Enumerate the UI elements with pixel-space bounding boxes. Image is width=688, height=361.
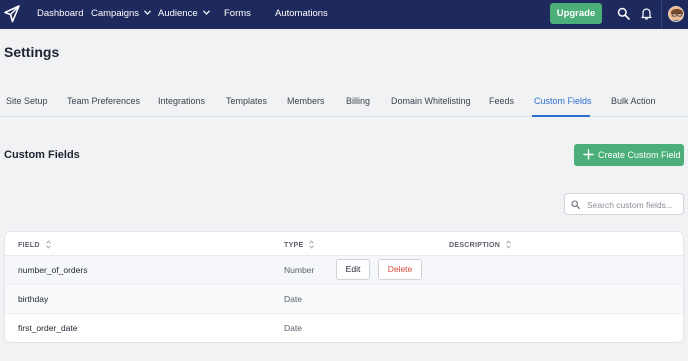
- sort-icon: [45, 240, 51, 249]
- top-navigation-bar: Dashboard Campaigns Audience Forms Autom…: [0, 0, 688, 29]
- column-header-type[interactable]: TYPE: [284, 240, 315, 249]
- sort-icon: [309, 240, 315, 249]
- cell-field-type: Number: [284, 265, 315, 275]
- active-tab-indicator: [532, 115, 590, 117]
- nav-automations-label: Automations: [275, 8, 328, 19]
- nav-forms[interactable]: Forms: [224, 8, 251, 20]
- table-header: FIELD TYPE DESCRIPTION: [5, 232, 683, 256]
- search-box: [564, 193, 684, 215]
- tab-domain-whitelisting[interactable]: Domain Whitelisting: [391, 96, 471, 106]
- tab-custom-fields[interactable]: Custom Fields: [534, 96, 592, 106]
- search-input[interactable]: [587, 196, 681, 213]
- cell-field-name: birthday: [18, 294, 49, 304]
- tab-feeds[interactable]: Feeds: [489, 96, 514, 106]
- tab-billing[interactable]: Billing: [346, 96, 370, 106]
- chevron-down-icon: [202, 10, 210, 15]
- tab-team-preferences[interactable]: Team Preferences: [67, 96, 140, 106]
- tab-members[interactable]: Members: [287, 96, 325, 106]
- nav-dashboard-label: Dashboard: [37, 8, 84, 19]
- create-custom-field-button[interactable]: Create Custom Field: [574, 144, 684, 166]
- chevron-down-icon: [144, 10, 152, 15]
- table-row[interactable]: number_of_orders Number Edit Delete: [5, 256, 683, 285]
- tab-site-setup[interactable]: Site Setup: [6, 96, 48, 106]
- nav-audience-label: Audience: [158, 8, 198, 19]
- nav-audience[interactable]: Audience: [158, 8, 210, 20]
- sort-icon: [506, 240, 511, 249]
- search-icon[interactable]: [617, 7, 630, 20]
- delete-button[interactable]: Delete: [378, 259, 422, 280]
- tab-bulk-action[interactable]: Bulk Action: [611, 96, 656, 106]
- plus-icon: [583, 149, 594, 160]
- cell-field-type: Date: [284, 294, 302, 304]
- nav-automations[interactable]: Automations: [275, 8, 328, 20]
- column-header-field-label: FIELD: [18, 242, 40, 249]
- cell-field-type: Date: [284, 323, 302, 333]
- tab-templates[interactable]: Templates: [226, 96, 267, 106]
- edit-button[interactable]: Edit: [336, 259, 370, 280]
- nav-divider: [661, 0, 662, 29]
- tab-integrations[interactable]: Integrations: [158, 96, 205, 106]
- nav-campaigns-label: Campaigns: [91, 8, 140, 19]
- column-header-type-label: TYPE: [284, 242, 304, 249]
- create-custom-field-label: Create Custom Field: [598, 150, 681, 160]
- logo-paper-plane-icon[interactable]: [4, 5, 20, 23]
- page-title: Settings: [4, 44, 60, 60]
- nav-dashboard[interactable]: Dashboard: [37, 8, 83, 20]
- section-title: Custom Fields: [4, 149, 80, 161]
- settings-tabs: Site Setup Team Preferences Integrations…: [0, 88, 688, 117]
- nav-forms-label: Forms: [224, 8, 251, 19]
- table-row[interactable]: first_order_date Date: [5, 314, 683, 342]
- column-header-field[interactable]: FIELD: [18, 240, 51, 249]
- search-icon: [571, 200, 580, 209]
- nav-campaigns[interactable]: Campaigns: [91, 8, 152, 20]
- cell-field-name: number_of_orders: [18, 265, 88, 275]
- cell-field-name: first_order_date: [18, 323, 78, 333]
- avatar[interactable]: [668, 6, 684, 22]
- column-header-description[interactable]: DESCRIPTION: [449, 240, 511, 249]
- column-header-description-label: DESCRIPTION: [449, 242, 501, 249]
- table-row[interactable]: birthday Date: [5, 285, 683, 314]
- custom-fields-table: FIELD TYPE DESCRIPTION number_of_orders …: [4, 231, 684, 343]
- upgrade-button[interactable]: Upgrade: [550, 3, 602, 24]
- avatar-image: [669, 7, 683, 21]
- bell-icon[interactable]: [640, 7, 653, 20]
